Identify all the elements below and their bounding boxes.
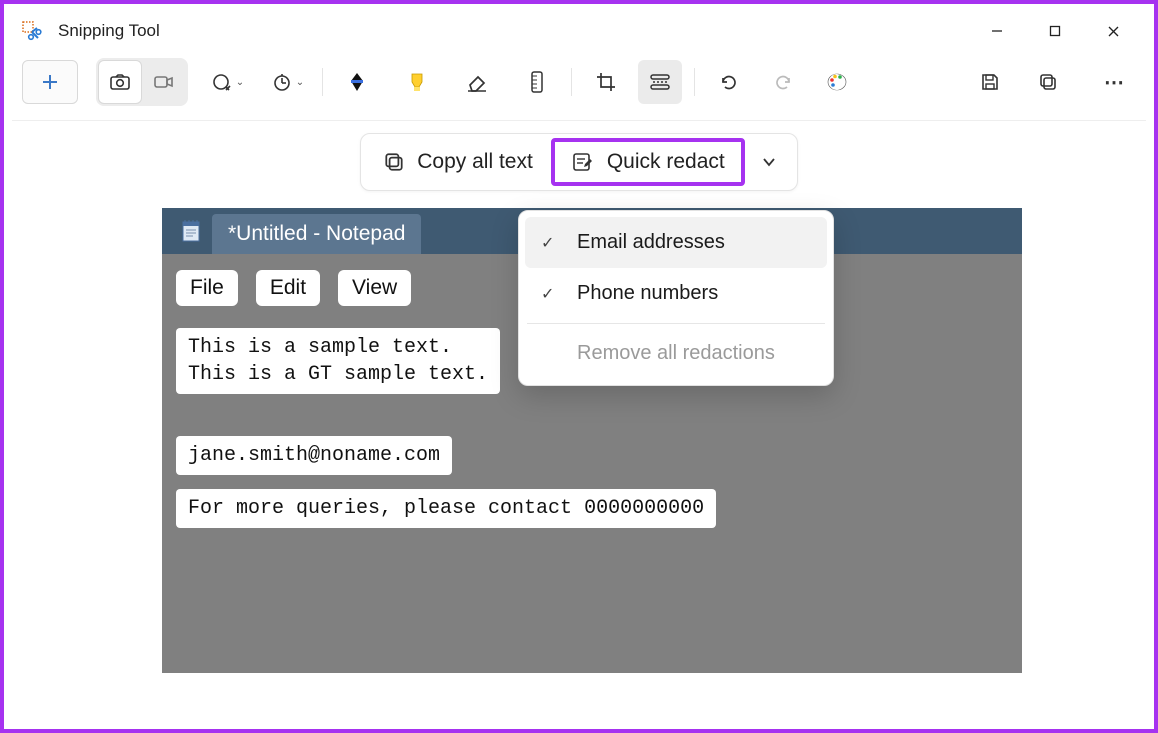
redact-menu-remove-all-label: Remove all redactions — [577, 342, 775, 365]
shape-dropdown-button[interactable]: ⌄ — [206, 60, 250, 104]
undo-button[interactable] — [707, 60, 751, 104]
redo-button[interactable] — [761, 60, 805, 104]
checkmark-icon: ✓ — [541, 284, 559, 304]
quick-redact-label: Quick redact — [607, 150, 725, 174]
close-button[interactable] — [1084, 12, 1142, 50]
quick-redact-highlight: Quick redact — [551, 138, 745, 186]
copy-all-text-label: Copy all text — [417, 150, 533, 174]
delay-dropdown-button[interactable]: ⌄ — [266, 60, 310, 104]
snipping-tool-window: Snipping Tool — [12, 10, 1146, 721]
redact-menu-phone-label: Phone numbers — [577, 282, 718, 305]
redact-edit-icon — [571, 150, 595, 174]
edit-in-paint-button[interactable] — [815, 60, 859, 104]
copy-button[interactable] — [1026, 60, 1070, 104]
checkmark-icon: ✓ — [541, 233, 559, 253]
window-controls — [968, 12, 1142, 50]
notepad-app-icon — [180, 218, 202, 244]
app-title: Snipping Tool — [58, 21, 968, 41]
redact-menu-email-addresses[interactable]: ✓ Email addresses — [525, 217, 827, 268]
outer-highlight-frame: Snipping Tool — [0, 0, 1158, 733]
quick-redact-menu: ✓ Email addresses ✓ Phone numbers Remove… — [518, 210, 834, 386]
pen-tool-button[interactable] — [335, 60, 379, 104]
snipping-tool-app-icon — [22, 21, 42, 41]
redact-menu-email-label: Email addresses — [577, 231, 725, 254]
chevron-down-icon: ⌄ — [236, 77, 244, 88]
menu-separator — [527, 323, 825, 324]
notepad-text-block-1: This is a sample text. This is a GT samp… — [176, 328, 500, 394]
copy-all-text-button[interactable]: Copy all text — [365, 140, 551, 184]
quick-redact-button[interactable]: Quick redact — [561, 144, 735, 180]
crop-tool-button[interactable] — [584, 60, 628, 104]
notepad-menu-edit: Edit — [256, 270, 320, 306]
video-mode-button[interactable] — [142, 60, 186, 104]
notepad-menu-file: File — [176, 270, 238, 306]
maximize-button[interactable] — [1026, 12, 1084, 50]
camera-mode-button[interactable] — [98, 60, 142, 104]
toolbar-separator — [571, 68, 572, 96]
minimize-button[interactable] — [968, 12, 1026, 50]
titlebar: Snipping Tool — [12, 10, 1146, 52]
more-options-button[interactable]: ⋯ — [1092, 60, 1136, 104]
save-button[interactable] — [968, 60, 1012, 104]
text-actions-bar: Copy all text Quick redact — [12, 133, 1146, 191]
new-snip-button[interactable] — [22, 60, 78, 104]
quick-redact-dropdown-button[interactable] — [745, 154, 793, 170]
toolbar-separator — [322, 68, 323, 96]
notepad-text-block-2: jane.smith@noname.com — [176, 436, 452, 475]
copy-icon — [383, 151, 405, 173]
toolbar: ⌄ ⌄ — [12, 52, 1146, 121]
notepad-menu-view: View — [338, 270, 411, 306]
redact-menu-remove-all[interactable]: Remove all redactions — [525, 328, 827, 379]
text-actions-tool-button[interactable] — [638, 60, 682, 104]
chevron-down-icon: ⌄ — [296, 77, 304, 88]
notepad-text-block-3: For more queries, please contact 0000000… — [176, 489, 716, 528]
toolbar-separator — [694, 68, 695, 96]
ruler-tool-button[interactable] — [515, 60, 559, 104]
highlighter-tool-button[interactable] — [395, 60, 439, 104]
redact-menu-phone-numbers[interactable]: ✓ Phone numbers — [525, 268, 827, 319]
eraser-tool-button[interactable] — [455, 60, 499, 104]
notepad-tab: *Untitled - Notepad — [212, 214, 421, 254]
